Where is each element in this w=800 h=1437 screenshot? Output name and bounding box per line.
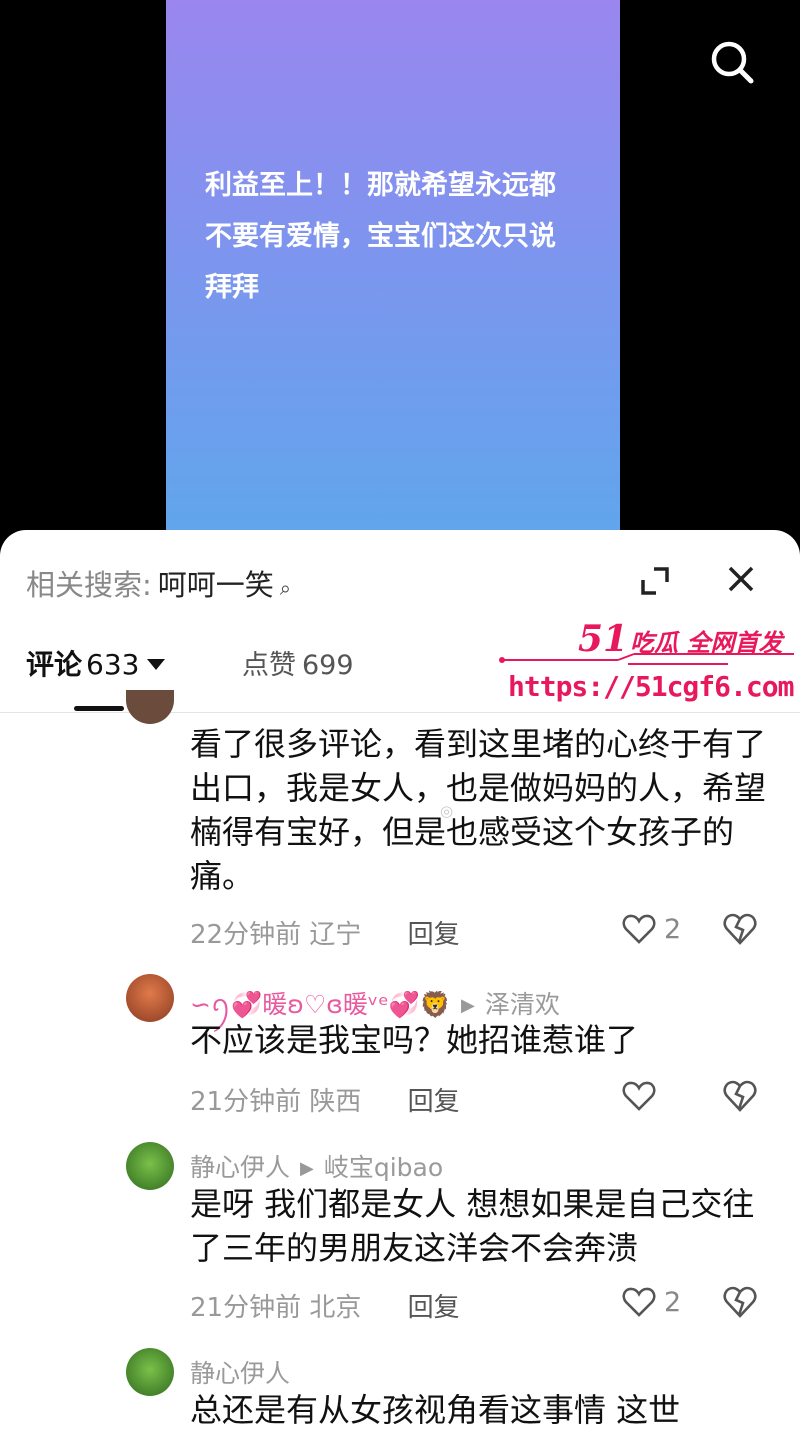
comment-meta: 21分钟前 北京 回复 (190, 1287, 460, 1324)
tab-comments-label: 评论 (26, 648, 83, 681)
comment-location: 北京 (309, 1293, 362, 1323)
comment-time: 21分钟前 (190, 1293, 302, 1323)
reply-button[interactable]: 回复 (408, 920, 460, 950)
username-text[interactable]: 静心伊人 (190, 1153, 290, 1182)
heart-icon[interactable] (622, 914, 656, 944)
comment-username: 静心伊人 (190, 1354, 290, 1390)
reply-to-user[interactable]: 岐宝qibao (324, 1153, 443, 1182)
avatar[interactable] (126, 1142, 174, 1190)
like-count: 2 (664, 914, 682, 945)
video-player[interactable]: 利益至上！！那就希望永远都不要有爱情，宝宝们这次只说拜拜 (0, 0, 800, 560)
comment-time: 22分钟前 (190, 920, 302, 950)
heart-icon[interactable] (622, 1081, 656, 1111)
comment-meta: 21分钟前 陕西 回复 (190, 1081, 460, 1118)
tab-comments[interactable]: 评论 633 (26, 643, 166, 683)
close-icon[interactable] (726, 564, 756, 594)
like-count: 2 (664, 1287, 682, 1318)
avatar[interactable] (126, 1348, 174, 1396)
broken-heart-icon[interactable] (722, 1285, 758, 1319)
comment-location: 辽宁 (309, 920, 362, 950)
comment-time: 21分钟前 (190, 1087, 302, 1117)
related-search[interactable]: 相关搜索: 呵呵一笑 ⌕ (26, 562, 291, 604)
tab-comments-count: 633 (86, 648, 140, 681)
tab-likes-label: 点赞 (242, 650, 296, 681)
username-text[interactable]: 静心伊人 (190, 1359, 290, 1388)
avatar[interactable] (126, 690, 174, 724)
reply-arrow-icon: ▶ (300, 1158, 314, 1179)
heart-icon[interactable] (622, 1287, 656, 1317)
related-search-label: 相关搜索: (26, 568, 152, 602)
comment-text: 不应该是我宝吗？她招谁惹谁了 (190, 1021, 639, 1059)
reply-arrow-icon: ▶ (461, 995, 475, 1016)
tab-likes[interactable]: 点赞 699 (242, 643, 354, 682)
video-caption: 利益至上！！那就希望永远都不要有爱情，宝宝们这次只说拜拜 (205, 170, 556, 303)
broken-heart-icon[interactable] (722, 912, 758, 946)
comment-text: 总还是有从女孩视角看这事情 这世 (190, 1391, 681, 1429)
expand-icon[interactable] (640, 566, 670, 596)
watermark-url: https://51cgf6.com (508, 670, 794, 703)
comment-username: 静心伊人 ▶ 岐宝qibao (190, 1148, 443, 1184)
comment-location: 陕西 (309, 1087, 362, 1117)
reply-to-user[interactable]: 泽清欢 (485, 990, 560, 1019)
related-search-keyword[interactable]: 呵呵一笑 (158, 568, 274, 602)
watermark-lines (499, 653, 794, 665)
tab-underline (74, 706, 124, 711)
search-icon[interactable] (706, 36, 758, 88)
search-small-icon: ⌕ (279, 576, 291, 600)
comment-sheet: 相关搜索: 呵呵一笑 ⌕ 评论 633 点赞 699 51吃瓜 全网首发 https:/… (0, 530, 800, 1437)
reply-button[interactable]: 回复 (408, 1087, 460, 1117)
reply-button[interactable]: 回复 (408, 1293, 460, 1323)
comment-text: 看了很多评论，看到这里堵的心终于有了出口，我是女人，也是做妈妈的人，希望楠得有宝… (190, 725, 767, 895)
avatar[interactable] (126, 974, 174, 1022)
comment-text: 是呀 我们都是女人 想想如果是自己交往了三年的男朋友这洋会不会奔溃 (190, 1185, 755, 1267)
broken-heart-icon[interactable] (722, 1079, 758, 1113)
chevron-down-icon[interactable] (147, 659, 166, 670)
tab-likes-count: 699 (302, 650, 354, 681)
divider (0, 712, 800, 713)
faint-watermark: ◎ (440, 802, 454, 820)
comment-meta: 22分钟前 辽宁 回复 (190, 914, 460, 951)
username-text[interactable]: ∽ꪆ⁠💞暖ʚ♡ɞ暖ᵛᵉ💞🦁 (190, 990, 451, 1019)
